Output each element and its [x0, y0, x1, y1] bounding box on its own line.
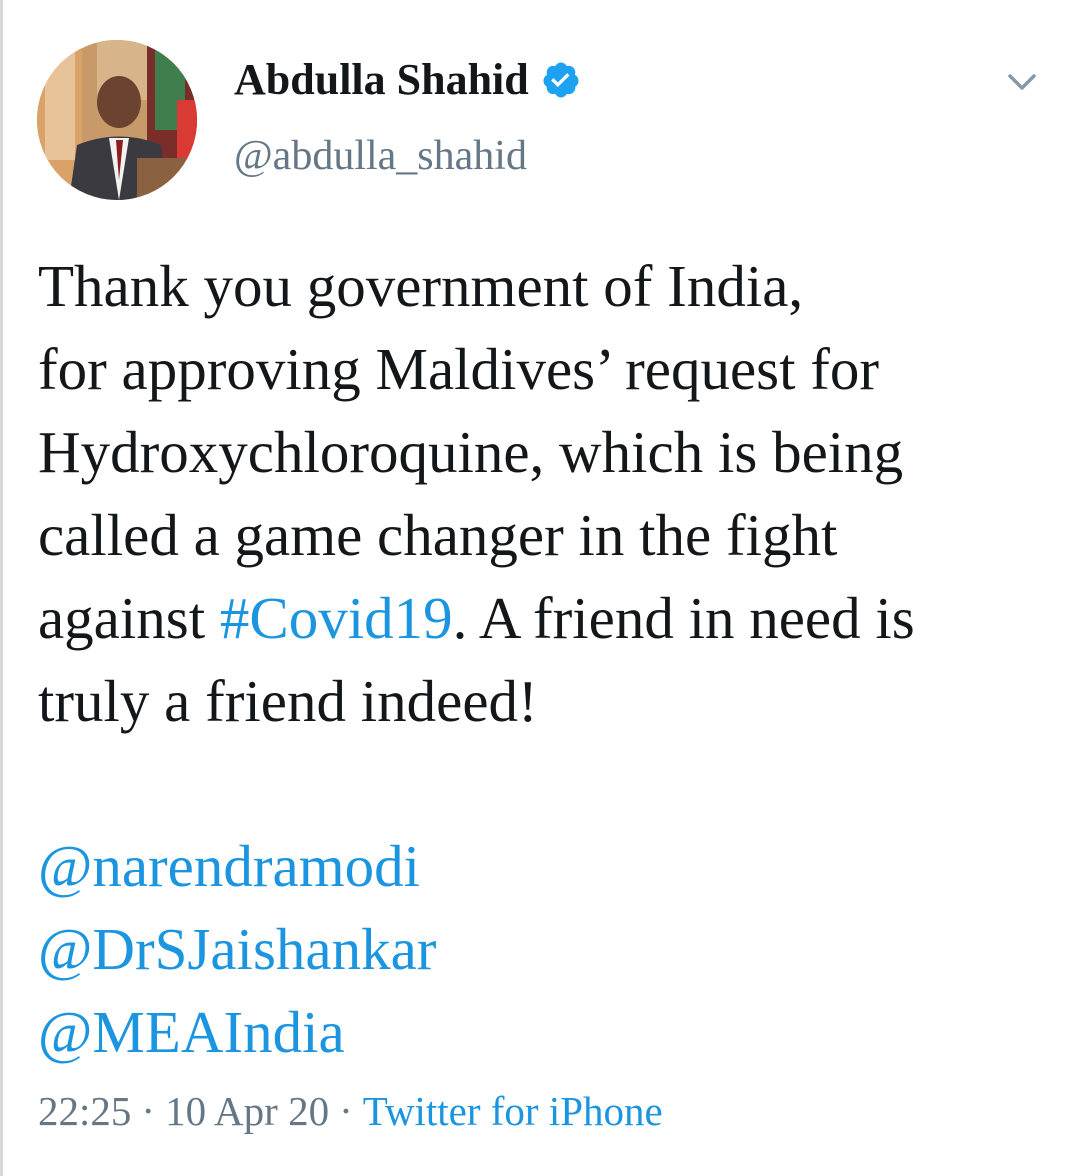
tweet-line: for approving Maldives’ request for [38, 336, 880, 402]
user-handle[interactable]: @abdulla_shahid [234, 130, 527, 182]
chevron-down-icon[interactable] [1002, 62, 1042, 102]
hashtag-link-covid19[interactable]: #Covid19 [220, 585, 453, 651]
tweet-text-segment: . A friend in need is [452, 585, 915, 651]
tweet-line: Hydroxychloroquine, which is being [38, 419, 904, 485]
tweet-date[interactable]: 10 Apr 20 [165, 1088, 329, 1134]
tweet-text-segment: against [38, 585, 220, 651]
tweet-line: Thank you government of India, [38, 253, 804, 319]
tweet-metadata: 22:25 · 10 Apr 20 · Twitter for iPhone [38, 1085, 663, 1137]
mention-link-drsjaishankar[interactable]: @DrSJaishankar [38, 908, 436, 991]
mention-link-meaindia[interactable]: @MEAIndia [38, 991, 436, 1074]
avatar-image [37, 40, 197, 200]
mentions-list: @narendramodi @DrSJaishankar @MEAIndia [38, 825, 436, 1074]
tweet-line: truly a friend indeed! [38, 668, 538, 734]
meta-separator: · [339, 1088, 353, 1134]
mention-link-narendramodi[interactable]: @narendramodi [38, 825, 436, 908]
tweet-time[interactable]: 22:25 [38, 1088, 131, 1134]
tweet-line: against #Covid19. A friend in need is [38, 577, 1048, 660]
author-name-row: Abdulla Shahid [234, 52, 581, 108]
display-name[interactable]: Abdulla Shahid [234, 52, 529, 108]
tweet-source-link[interactable]: Twitter for iPhone [363, 1088, 663, 1134]
verified-badge-icon [541, 60, 581, 100]
meta-separator: · [141, 1088, 156, 1134]
tweet-line: called a game changer in the fight [38, 502, 838, 568]
avatar[interactable] [37, 40, 197, 200]
tweet-text: Thank you government of India, for appro… [38, 245, 1048, 743]
tweet-card: Abdulla Shahid @abdulla_shahid Thank you… [0, 0, 1080, 1176]
